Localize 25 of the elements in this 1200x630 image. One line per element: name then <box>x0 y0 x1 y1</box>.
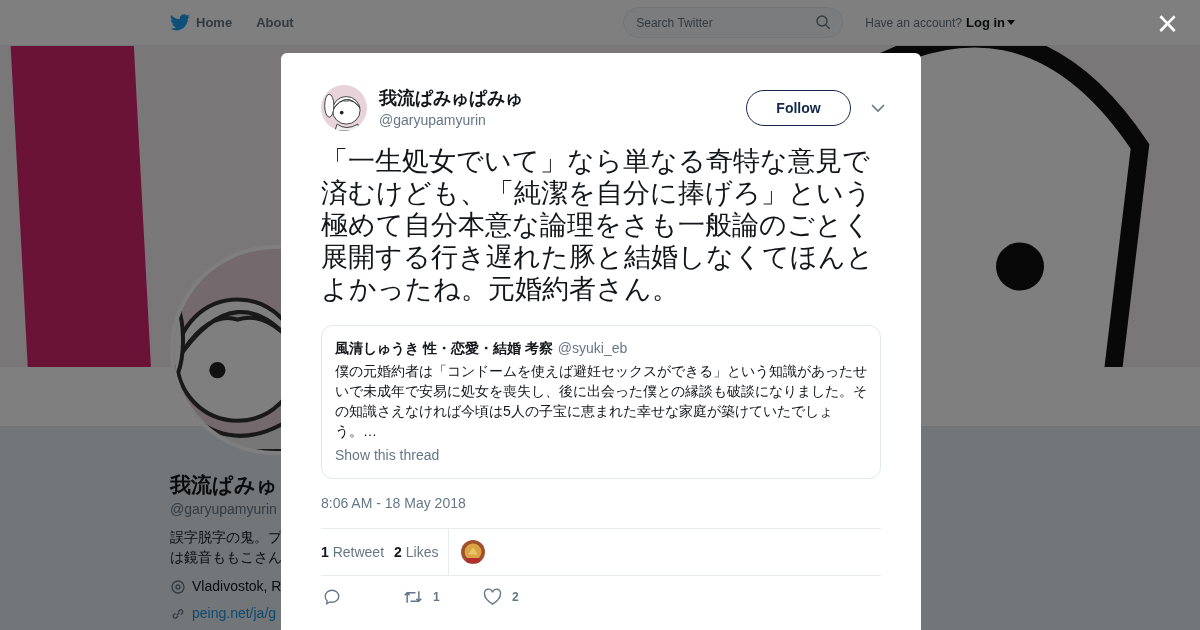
account-prompt: Have an account? <box>865 14 962 32</box>
profile-handle: @garyupamyurin <box>170 500 277 519</box>
close-button[interactable]: × <box>1156 4 1178 44</box>
tweet-timestamp: 8:06 AM - 18 May 2018 <box>321 494 467 513</box>
search-field[interactable]: Search Twitter <box>623 7 844 38</box>
action-count: 1 <box>433 589 440 606</box>
stat-link[interactable]: 1 Retweet <box>321 541 385 563</box>
stat-link[interactable]: 2 Likes <box>394 541 439 563</box>
retweet-icon[interactable] <box>403 588 423 606</box>
profile-name: 我流ぱみゅ <box>170 472 278 498</box>
bird-icon <box>170 14 190 31</box>
profile-location: Vladivostok, R <box>192 577 282 596</box>
login-link[interactable]: Log in <box>966 12 1015 33</box>
search-icon[interactable] <box>815 14 832 30</box>
profile-bio: 誤字脱字の鬼。プ は鏡音ももこさん <box>170 528 282 567</box>
quoted-tweet[interactable]: 風清しゅうき 性・恋愛・結婚 考察 @syuki_eb 僕の元婚約者は「コンドームを使えば避妊セックスができる」という知識があったせいで未成年で安易に処女を喪失し、後に出会った僕との縁談も破談になりました。その知識さえなければ今頃は5人の子宝に恵まれた幸せな家庭が築けていたでしょう。… Show this thread <box>321 325 881 479</box>
action-count: 2 <box>512 589 519 606</box>
heart-icon[interactable] <box>483 588 502 606</box>
location-icon <box>170 578 186 595</box>
nav-link[interactable]: Home <box>170 12 233 33</box>
reply-icon[interactable] <box>323 588 341 606</box>
nav-link[interactable]: About <box>256 12 294 33</box>
quoted-tweet-text: 僕の元婚約者は「コンドームを使えば避妊セックスができる」という知識があったせいで未成年で安易に処女を喪失し、後に出会った僕との縁談も破談になりました。その知識さえなければ今頃は5人の子宝に恵まれた幸せな家庭が築けていたでしょう。… <box>335 362 868 441</box>
show-thread-link[interactable]: Show this thread <box>335 445 867 466</box>
caret-icon <box>1007 20 1015 25</box>
